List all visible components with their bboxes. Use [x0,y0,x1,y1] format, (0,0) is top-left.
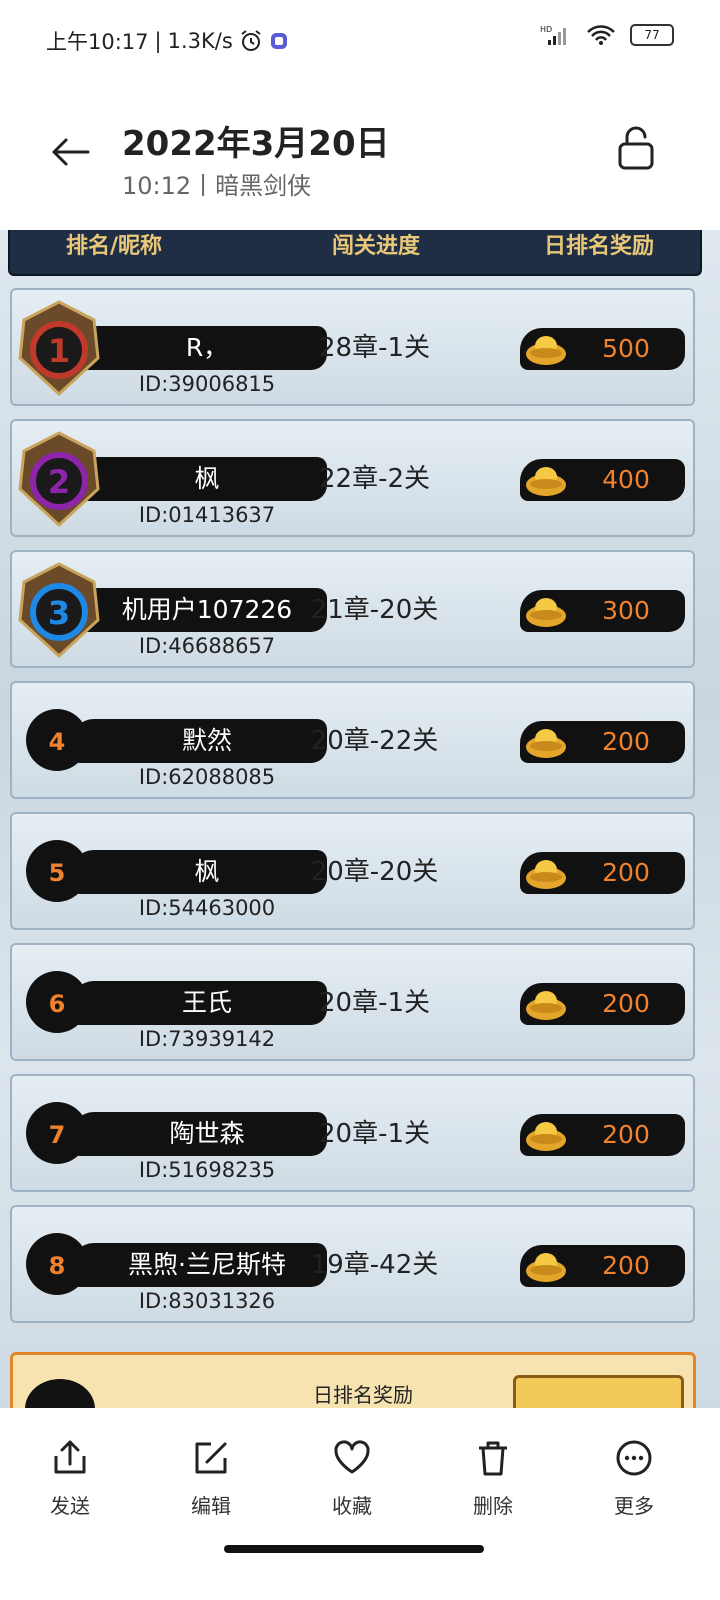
share-icon [54,1440,86,1474]
player-nickname: 默然 [181,726,232,755]
game-screenshot: 排名/昵称 闯关进度 日排名奖励 1 R， ID:39006815 28章-1关… [0,230,720,1410]
reward-amount: 300 [602,596,650,625]
app-notification-icon [270,33,287,49]
player-nickname: 机用户107226 [121,595,293,624]
send-label: 发送 [50,1494,90,1518]
stage-progress: 20章-22关 [310,726,439,756]
player-id: ID:73939142 [138,1027,276,1051]
leaderboard-column-header: 排名/昵称 闯关进度 日排名奖励 [8,230,702,276]
player-id: ID:51698235 [138,1158,276,1182]
reward-amount: 500 [602,334,650,363]
column-rank-nickname: 排名/昵称 [66,234,163,259]
stage-progress: 20章-1关 [318,988,430,1018]
player-nickname: 枫 [194,464,220,493]
reward-amount: 200 [602,1120,650,1149]
leaderboard-row: 4 默然 ID:62088085 20章-22关 200 [10,681,695,799]
header: 2022年3月20日 10:12丨暗黑剑侠 [0,80,720,230]
more-icon [616,1440,652,1476]
status-time: 上午10:17 [46,30,149,54]
player-nickname: R， [185,333,229,362]
leaderboard-row: 1 R， ID:39006815 28章-1关 500 [10,288,695,406]
gold-ingot-icon [526,467,566,496]
gold-ingot-icon [526,729,566,758]
player-nickname: 黑煦·兰尼斯特 [128,1250,286,1279]
gold-ingot-icon [526,860,566,889]
delete-button[interactable]: 删除 [443,1438,543,1519]
reward-amount: 200 [602,858,650,887]
battery-indicator: 77 [630,24,674,46]
rank-number: 5 [48,859,66,887]
edit-label: 编辑 [191,1494,231,1518]
player-id: ID:62088085 [138,765,276,789]
home-indicator[interactable] [224,1545,484,1553]
gold-ingot-icon [526,336,566,365]
svg-text:HD: HD [540,25,552,34]
edit-button[interactable]: 编辑 [161,1438,261,1519]
status-divider: | [154,29,162,53]
stage-progress: 21章-20关 [310,595,439,625]
claim-button[interactable] [513,1375,684,1410]
player-id: ID:39006815 [138,372,276,396]
wifi-icon [587,25,615,45]
alarm-icon [241,30,261,51]
stage-progress: 22章-2关 [318,464,430,494]
status-left: 上午10:17 | 1.3K/s [46,26,289,56]
player-id: ID:46688657 [138,634,276,658]
more-label: 更多 [614,1494,654,1518]
player-nickname: 陶世森 [169,1119,245,1148]
column-progress: 闯关进度 [332,234,421,259]
reward-amount: 400 [602,465,650,494]
leaderboard-row: 5 枫 ID:54463000 20章-20关 200 [10,812,695,930]
player-id: ID:83031326 [138,1289,276,1313]
status-bar: 上午10:17 | 1.3K/s HD 77 [0,0,720,80]
unlock-icon[interactable] [616,124,656,172]
column-daily-reward: 日排名奖励 [544,234,655,259]
back-arrow-icon[interactable] [48,130,92,174]
stage-progress: 28章-1关 [318,333,430,363]
stage-progress: 20章-20关 [310,857,439,887]
reward-amount: 200 [602,989,650,1018]
leaderboard-row: 6 王氏 ID:73939142 20章-1关 200 [10,943,695,1061]
rank-number: 1 [48,332,70,370]
trash-icon [479,1441,507,1476]
my-rank-reward-label: 日排名奖励 [313,1383,413,1407]
rank-number: 8 [48,1252,66,1280]
network-speed: 1.3K/s [167,29,233,53]
gold-ingot-icon [526,991,566,1020]
more-button[interactable]: 更多 [584,1438,684,1519]
rank-number: 3 [48,594,70,632]
player-id: ID:54463000 [138,896,276,920]
page-subtitle: 10:12丨暗黑剑侠 [122,172,312,200]
leaderboard-row: 8 黑煦·兰尼斯特 ID:83031326 19章-42关 200 [10,1205,695,1323]
my-rank-ink [25,1379,95,1410]
favorite-button[interactable]: 收藏 [302,1438,402,1519]
heart-icon [334,1440,370,1474]
delete-label: 删除 [473,1494,513,1518]
gold-ingot-icon [526,1253,566,1282]
my-rank-bar: 日排名奖励 [10,1352,696,1410]
reward-amount: 200 [602,727,650,756]
rank-number: 6 [48,990,66,1018]
reward-amount: 200 [602,1251,650,1280]
leaderboard-row: 7 陶世森 ID:51698235 20章-1关 200 [10,1074,695,1192]
leaderboard-row: 3 机用户107226 ID:46688657 21章-20关 300 [10,550,695,668]
signal-icon: HD [540,25,566,45]
leaderboard-row: 2 枫 ID:01413637 22章-2关 400 [10,419,695,537]
favorite-label: 收藏 [332,1494,372,1518]
stage-progress: 20章-1关 [318,1119,430,1149]
rank-number: 7 [48,1121,66,1149]
stage-progress: 19章-42关 [310,1250,439,1280]
gold-ingot-icon [526,1122,566,1151]
bottom-toolbar: 发送 编辑 收藏 删除 更多 [0,1408,720,1600]
player-id: ID:01413637 [138,503,276,527]
status-right: HD 77 [540,24,674,46]
send-button[interactable]: 发送 [20,1438,120,1519]
rank-number: 4 [48,728,66,756]
page-title: 2022年3月20日 [122,124,390,164]
rank-number: 2 [48,463,70,501]
gold-ingot-icon [526,598,566,627]
player-nickname: 枫 [194,857,220,886]
edit-icon [195,1442,227,1474]
player-nickname: 王氏 [181,988,232,1017]
